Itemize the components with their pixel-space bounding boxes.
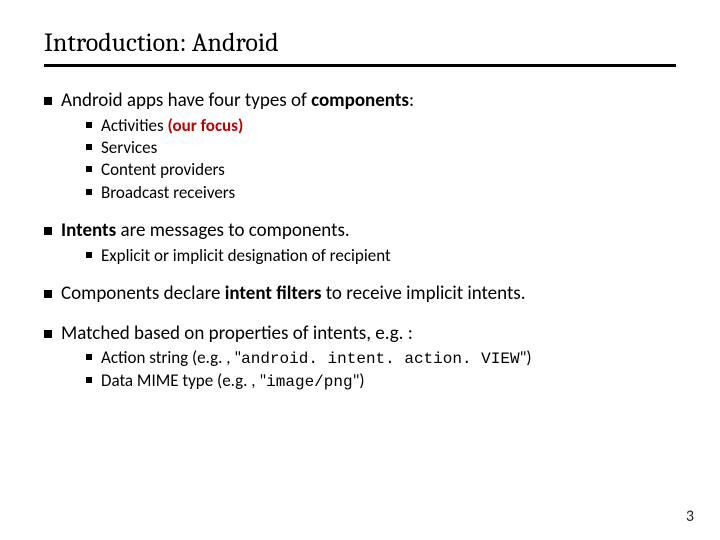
square-bullet-icon xyxy=(86,144,92,150)
square-bullet-icon xyxy=(86,354,92,360)
bullet-group-matching: Matched based on properties of intents, … xyxy=(44,322,676,393)
bullet-group-components: Android apps have four types of componen… xyxy=(44,89,676,203)
bullet-text: Action string (e.g. , "android. intent. … xyxy=(101,347,532,369)
bullet-text: Android apps have four types of componen… xyxy=(61,89,414,113)
text-fragment: Action string (e.g. , " xyxy=(101,347,241,368)
text-fragment: : xyxy=(409,89,414,112)
bullet-text: Services xyxy=(101,137,157,158)
bullet-matching: Matched based on properties of intents, … xyxy=(44,322,676,346)
bullet-group-intents: Intents are messages to components. Expl… xyxy=(44,219,676,266)
page-number: 3 xyxy=(686,507,694,526)
subbullet-broadcast-receivers: Broadcast receivers xyxy=(86,182,676,203)
bullet-text: Data MIME type (e.g. , "image/png") xyxy=(101,370,365,392)
text-fragment: Data MIME type (e.g. , " xyxy=(101,370,266,391)
text-fragment: are messages to components. xyxy=(116,219,349,242)
bullet-intent-filters: Components declare intent filters to rec… xyxy=(44,282,676,306)
bullet-text: Activities (our focus) xyxy=(101,115,243,136)
text-bold: intent filters xyxy=(225,282,322,305)
square-bullet-icon xyxy=(44,97,52,105)
title-underline xyxy=(44,64,676,67)
square-bullet-icon xyxy=(86,377,92,383)
square-bullet-icon xyxy=(86,166,92,172)
bullet-text: Explicit or implicit designation of reci… xyxy=(101,245,391,266)
square-bullet-icon xyxy=(44,290,52,298)
text-mono: android. intent. action. VIEW xyxy=(241,350,519,368)
text-fragment: to receive implicit intents. xyxy=(321,282,525,305)
square-bullet-icon xyxy=(86,252,92,258)
text-fragment: Components declare xyxy=(61,282,225,305)
subbullet-designation: Explicit or implicit designation of reci… xyxy=(86,245,676,266)
bullet-text: Components declare intent filters to rec… xyxy=(61,282,526,306)
text-fragment: ") xyxy=(520,347,532,368)
text-fragment: Activities xyxy=(101,115,168,136)
bullet-text: Broadcast receivers xyxy=(101,182,235,203)
square-bullet-icon xyxy=(44,330,52,338)
subbullet-activities: Activities (our focus) xyxy=(86,115,676,136)
square-bullet-icon xyxy=(86,122,92,128)
subbullet-services: Services xyxy=(86,137,676,158)
slide-title: Introduction: Android xyxy=(44,28,676,58)
subbullet-mime-type: Data MIME type (e.g. , "image/png") xyxy=(86,370,676,392)
bullet-text: Matched based on properties of intents, … xyxy=(61,322,413,346)
square-bullet-icon xyxy=(86,189,92,195)
bullet-text: Content providers xyxy=(101,159,225,180)
text-mono: image/png xyxy=(266,373,352,391)
bullet-group-intent-filters: Components declare intent filters to rec… xyxy=(44,282,676,306)
text-bold: components xyxy=(311,89,409,112)
bullet-components: Android apps have four types of componen… xyxy=(44,89,676,113)
subbullet-action-string: Action string (e.g. , "android. intent. … xyxy=(86,347,676,369)
subbullet-content-providers: Content providers xyxy=(86,159,676,180)
text-fragment: Android apps have four types of xyxy=(61,89,311,112)
text-fragment: ") xyxy=(353,370,365,391)
text-bold: Intents xyxy=(61,219,116,242)
bullet-intents: Intents are messages to components. xyxy=(44,219,676,243)
square-bullet-icon xyxy=(44,227,52,235)
text-red: (our focus) xyxy=(168,115,244,136)
bullet-text: Intents are messages to components. xyxy=(61,219,350,243)
